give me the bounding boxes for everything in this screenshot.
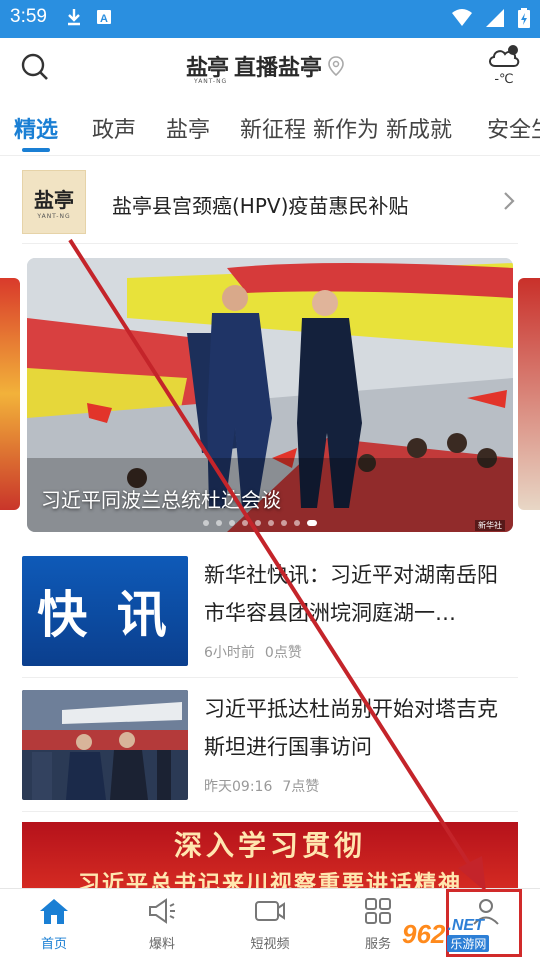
tab-yanting[interactable]: 盐亭 bbox=[166, 112, 210, 144]
carousel-dots bbox=[203, 520, 317, 526]
tab-anquan[interactable]: 安全生 bbox=[487, 112, 540, 144]
status-bar: 3:59 A bbox=[0, 0, 540, 38]
signal-icon bbox=[486, 9, 504, 27]
location-icon bbox=[328, 56, 344, 76]
news-likes: 7点赞 bbox=[282, 779, 320, 795]
news-time: 昨天09:16 bbox=[204, 779, 273, 795]
cloud-icon bbox=[489, 45, 520, 67]
carousel-next-slide[interactable] bbox=[518, 278, 540, 510]
megaphone-icon bbox=[149, 898, 175, 924]
news-meta: 昨天09:16 7点赞 bbox=[204, 776, 319, 796]
news-likes: 0点赞 bbox=[264, 645, 302, 661]
carousel-dot bbox=[255, 520, 261, 526]
nav-baoliao-label: 爆料 bbox=[148, 937, 175, 952]
promo-banner[interactable]: 盐亭 YANT-NG 盐亭县宫颈癌(HPV)疫苗惠民补贴 bbox=[22, 166, 518, 244]
watermark-cn: 乐游网 bbox=[447, 934, 490, 952]
nav-short-video[interactable]: 短视频 bbox=[230, 897, 310, 952]
news-meta: 6小时前 0点赞 bbox=[204, 642, 302, 662]
tab-underline bbox=[22, 148, 50, 152]
thumb-text: 快 讯 bbox=[37, 586, 173, 644]
promo-logo: 盐亭 YANT-NG bbox=[22, 170, 86, 234]
carousel-dot bbox=[268, 520, 274, 526]
nav-short-video-label: 短视频 bbox=[250, 937, 290, 952]
carousel-dot bbox=[203, 520, 209, 526]
search-icon bbox=[21, 53, 48, 80]
app-header: 盐亭 YANT-NG 直播盐亭 -℃ bbox=[0, 38, 540, 100]
source-badge: 新华社 bbox=[475, 520, 505, 531]
wifi-icon bbox=[452, 9, 472, 26]
slide-caption: 习近平同波兰总统杜达会谈 bbox=[41, 488, 281, 512]
tab-xinzhengcheng[interactable]: 新征程 新作为 新成就 bbox=[240, 112, 452, 144]
news-title: 新华社快讯：习近平对湖南岳阳市华容县团洲垸洞庭湖一… bbox=[204, 563, 498, 625]
battery-icon bbox=[518, 8, 530, 28]
site-watermark: 962 .NET 乐游网 bbox=[402, 912, 534, 956]
carousel-prev-slide[interactable] bbox=[0, 278, 20, 510]
nav-home[interactable]: 首页 bbox=[14, 897, 94, 952]
status-time: 3:59 bbox=[10, 6, 47, 27]
search-button[interactable] bbox=[20, 52, 52, 84]
svg-text:A: A bbox=[100, 13, 108, 25]
promo-logo-text: 盐亭 bbox=[34, 188, 74, 212]
chevron-right-icon bbox=[504, 192, 515, 210]
video-icon bbox=[255, 901, 285, 921]
study-banner[interactable]: 深入学习贯彻 习近平总书记来川视察重要讲话精神 bbox=[22, 822, 518, 888]
home-icon bbox=[40, 899, 68, 924]
weather-widget[interactable]: -℃ bbox=[484, 44, 524, 87]
headline-carousel[interactable]: 习近平同波兰总统杜达会谈 新华社 bbox=[0, 258, 540, 532]
promo-text: 盐亭县宫颈癌(HPV)疫苗惠民补贴 bbox=[112, 194, 409, 218]
news-time: 6小时前 bbox=[204, 645, 255, 661]
carousel-dot-active bbox=[307, 520, 317, 526]
app-a-icon: A bbox=[97, 10, 111, 25]
carousel-dot bbox=[294, 520, 300, 526]
carousel-slide[interactable]: 习近平同波兰总统杜达会谈 新华社 bbox=[27, 258, 513, 532]
nav-home-label: 首页 bbox=[40, 937, 67, 952]
news-thumbnail: 快 讯 bbox=[22, 556, 188, 666]
logo-sub: YANT-NG bbox=[194, 78, 228, 85]
grid-icon bbox=[365, 898, 391, 924]
tab-jingxuan[interactable]: 精选 bbox=[14, 112, 58, 144]
tab-zhengsheng[interactable]: 政声 bbox=[92, 112, 136, 144]
banner-line2: 习近平总书记来川视察重要讲话精神 bbox=[77, 872, 462, 888]
promo-logo-sub: YANT-NG bbox=[37, 213, 71, 220]
watermark-num: 962 bbox=[402, 918, 446, 949]
carousel-dot bbox=[216, 520, 222, 526]
carousel-dot bbox=[281, 520, 287, 526]
carousel-dot bbox=[242, 520, 248, 526]
nav-baoliao[interactable]: 爆料 bbox=[122, 897, 202, 952]
news-item[interactable]: 快 讯 新华社快讯：习近平对湖南岳阳市华容县团洲垸洞庭湖一… 6小时前 0点赞 bbox=[22, 556, 518, 678]
news-thumbnail bbox=[22, 690, 188, 800]
news-photo bbox=[22, 690, 188, 800]
app-logo: 盐亭 YANT-NG 直播盐亭 bbox=[186, 50, 344, 85]
news-title: 习近平抵达杜尚别开始对塔吉克斯坦进行国事访问 bbox=[204, 697, 498, 759]
download-icon bbox=[68, 9, 80, 26]
app-title: 直播盐亭 bbox=[234, 55, 323, 81]
banner-line1: 深入学习贯彻 bbox=[173, 829, 366, 862]
watermark-net: .NET bbox=[447, 916, 484, 934]
weather-temp: -℃ bbox=[494, 72, 514, 87]
carousel-dot bbox=[229, 520, 235, 526]
channel-tabs: 精选 政声 盐亭 新征程 新作为 新成就 安全生 bbox=[0, 100, 540, 156]
news-item[interactable]: 习近平抵达杜尚别开始对塔吉克斯坦进行国事访问 昨天09:16 7点赞 bbox=[22, 690, 518, 812]
